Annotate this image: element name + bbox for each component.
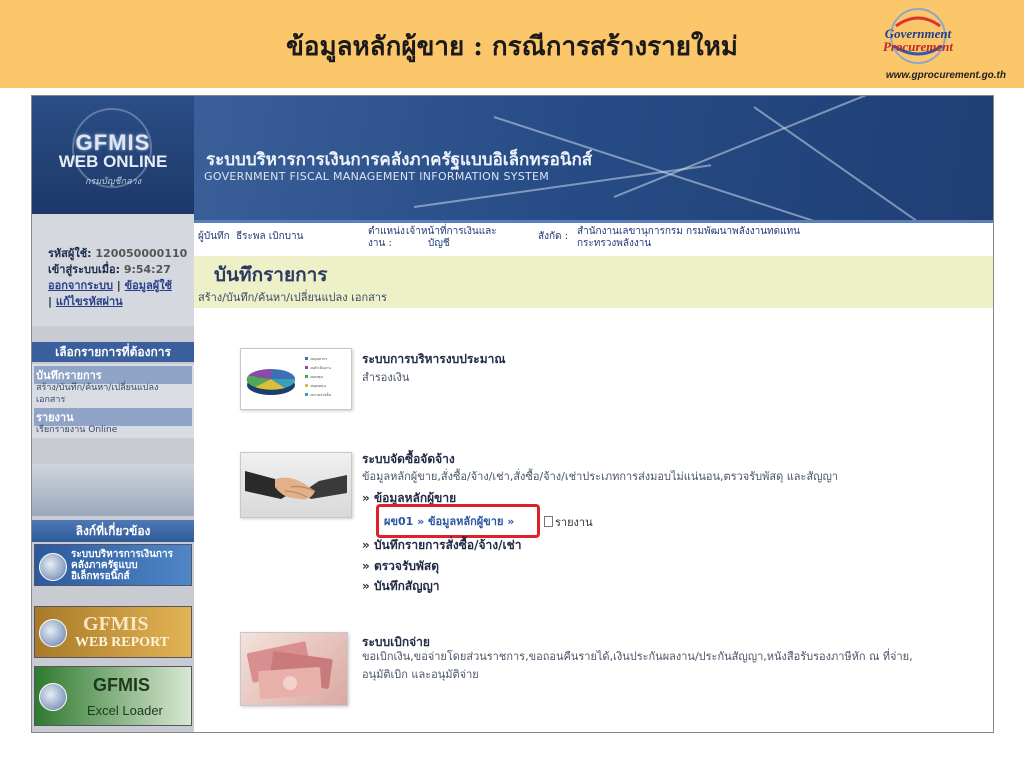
system-banner: ระบบบริหารการเงินการคลังภาครัฐแบบอิเล็กท…	[194, 96, 993, 220]
system-name-english: GOVERNMENT FISCAL MANAGEMENT INFORMATION…	[204, 170, 550, 183]
page-title: บันทึกรายการ	[214, 264, 328, 286]
gfmis-excel-loader-banner[interactable]: GFMIS Excel Loader	[34, 666, 192, 726]
payment-system-desc-1[interactable]: ขอเบิกเงิน,ขอจ่ายโดยส่วนราชการ,ขอถอนคืนร…	[362, 649, 913, 665]
gfmis-badge-icon	[39, 619, 67, 647]
slide-header: ข้อมูลหลักผู้ขาย : กรณีการสร้างรายใหม่ G…	[0, 0, 1024, 88]
pie-chart-icon: งบบุคลากร งบดำเนินงาน งบลงทุน งบอุดหนุน …	[246, 357, 331, 397]
svg-text:งบดำเนินงาน: งบดำเนินงาน	[310, 366, 331, 370]
position-value-2: บัญชี	[428, 238, 450, 249]
payment-thumbnail	[240, 632, 348, 706]
user-info-link[interactable]: ข้อมูลผู้ใช้	[125, 279, 172, 292]
svg-text:งบอุดหนุน: งบอุดหนุน	[310, 384, 326, 389]
money-icon	[246, 641, 333, 699]
document-icon	[544, 516, 553, 527]
inspection-link[interactable]: » ตรวจรับพัสดุ	[362, 557, 439, 576]
contract-link[interactable]: » บันทึกสัญญา	[362, 577, 439, 596]
menu-item-report-desc[interactable]: เรียกรายงาน Online	[36, 424, 190, 436]
vendor-master-sub-link[interactable]: ผข01 » ข้อมูลหลักผู้ขาย »	[384, 512, 514, 530]
page-title-bar: บันทึกรายการ สร้าง/บันทึก/ค้นหา/เปลี่ยนแ…	[194, 256, 993, 308]
system-name-thai: ระบบบริหารการเงินการคลังภาครัฐแบบอิเล็กท…	[206, 150, 593, 170]
gfmis-screenshot: GFMIS WEB ONLINE กรมบัญชีกลาง รหัสผู้ใช้…	[31, 95, 994, 733]
gfmis-badge-icon	[39, 683, 67, 711]
handshake-icon	[245, 471, 347, 500]
user-id-label: รหัสผู้ใช้:	[48, 247, 92, 260]
report-link[interactable]: รายงาน	[544, 513, 593, 531]
department-value-2: กระทรวงพลังงาน	[577, 238, 652, 249]
menu-box: บันทึกรายการ สร้าง/บันทึก/ค้นหา/เปลี่ยนแ…	[32, 364, 194, 438]
svg-text:Procurement: Procurement	[883, 39, 953, 54]
change-password-link[interactable]: แก้ไขรหัสผ่าน	[56, 295, 123, 308]
budget-thumbnail: งบบุคลากร งบดำเนินงาน งบลงทุน งบอุดหนุน …	[240, 348, 352, 410]
gfmis-badge-icon	[39, 553, 67, 581]
position-label-1: ตำแหน่ง	[368, 226, 405, 237]
procurement-system-desc[interactable]: ข้อมูลหลักผู้ขาย,สั่งซื้อ/จ้าง/เช่า,สั่ง…	[362, 469, 838, 485]
svg-text:งบบุคลากร: งบบุคลากร	[310, 357, 327, 362]
user-info-bar: ผู้บันทึก ธีระพล เบิกบาน ตำแหน่ง งาน : เ…	[194, 220, 993, 256]
slide-url: www.gprocurement.go.th	[885, 70, 1006, 81]
procurement-thumbnail	[240, 452, 352, 518]
budget-system-title[interactable]: ระบบการบริหารงบประมาณ	[362, 350, 506, 369]
procurement-system-title[interactable]: ระบบจัดซื้อจัดจ้าง	[362, 450, 455, 469]
government-procurement-logo: Government Procurement	[883, 8, 953, 64]
login-time-value: 9:54:27	[123, 263, 171, 276]
recorder-label: ผู้บันทึก	[198, 231, 230, 242]
menu-header: เลือกรายการที่ต้องการ	[32, 342, 194, 362]
purchase-order-link[interactable]: » บันทึกรายการสั่งซื้อ/จ้าง/เช่า	[362, 536, 522, 555]
gfmis-web-online-logo: GFMIS WEB ONLINE กรมบัญชีกลาง	[32, 96, 194, 214]
sidebar: GFMIS WEB ONLINE กรมบัญชีกลาง รหัสผู้ใช้…	[32, 96, 194, 732]
position-value-1: เจ้าหน้าที่การเงินและ	[406, 226, 497, 237]
page-subtitle: สร้าง/บันทึก/ค้นหา/เปลี่ยนแปลง เอกสาร	[198, 291, 387, 304]
related-links-header: ลิงก์ที่เกี่ยวข้อง	[32, 520, 194, 542]
svg-text:งบรายจ่ายอื่น: งบรายจ่ายอื่น	[310, 392, 331, 397]
gfmis-web-report-banner[interactable]: GFMIS WEB REPORT	[34, 606, 192, 658]
user-id-value: 120050000110	[95, 247, 188, 260]
user-info-box: รหัสผู้ใช้: 120050000110 เข้าสู่ระบบเมื่…	[32, 214, 194, 326]
department-value-1: สำนักงานเลขานุการกรม กรมพัฒนาพลังงานทดแท…	[577, 226, 801, 237]
payment-system-desc-2[interactable]: อนุมัติเบิก และอนุมัติจ่าย	[362, 667, 479, 683]
gfmis-e-banner[interactable]: ระบบบริหารการเงินการคลังภาครัฐแบบอิเล็กท…	[34, 544, 192, 586]
sidebar-decoration	[32, 464, 194, 516]
logout-link[interactable]: ออกจากระบบ	[48, 279, 113, 292]
svg-text:งบลงทุน: งบลงทุน	[310, 375, 323, 380]
recorder-value: ธีระพล เบิกบาน	[236, 231, 304, 242]
department-label: สังกัด :	[538, 231, 569, 242]
login-time-label: เข้าสู่ระบบเมื่อ:	[48, 263, 120, 276]
budget-system-desc[interactable]: สำรองเงิน	[362, 370, 409, 386]
position-label-2: งาน :	[368, 238, 392, 249]
menu-item-record-desc[interactable]: สร้าง/บันทึก/ค้นหา/เปลี่ยนแปลง เอกสาร	[36, 382, 190, 406]
